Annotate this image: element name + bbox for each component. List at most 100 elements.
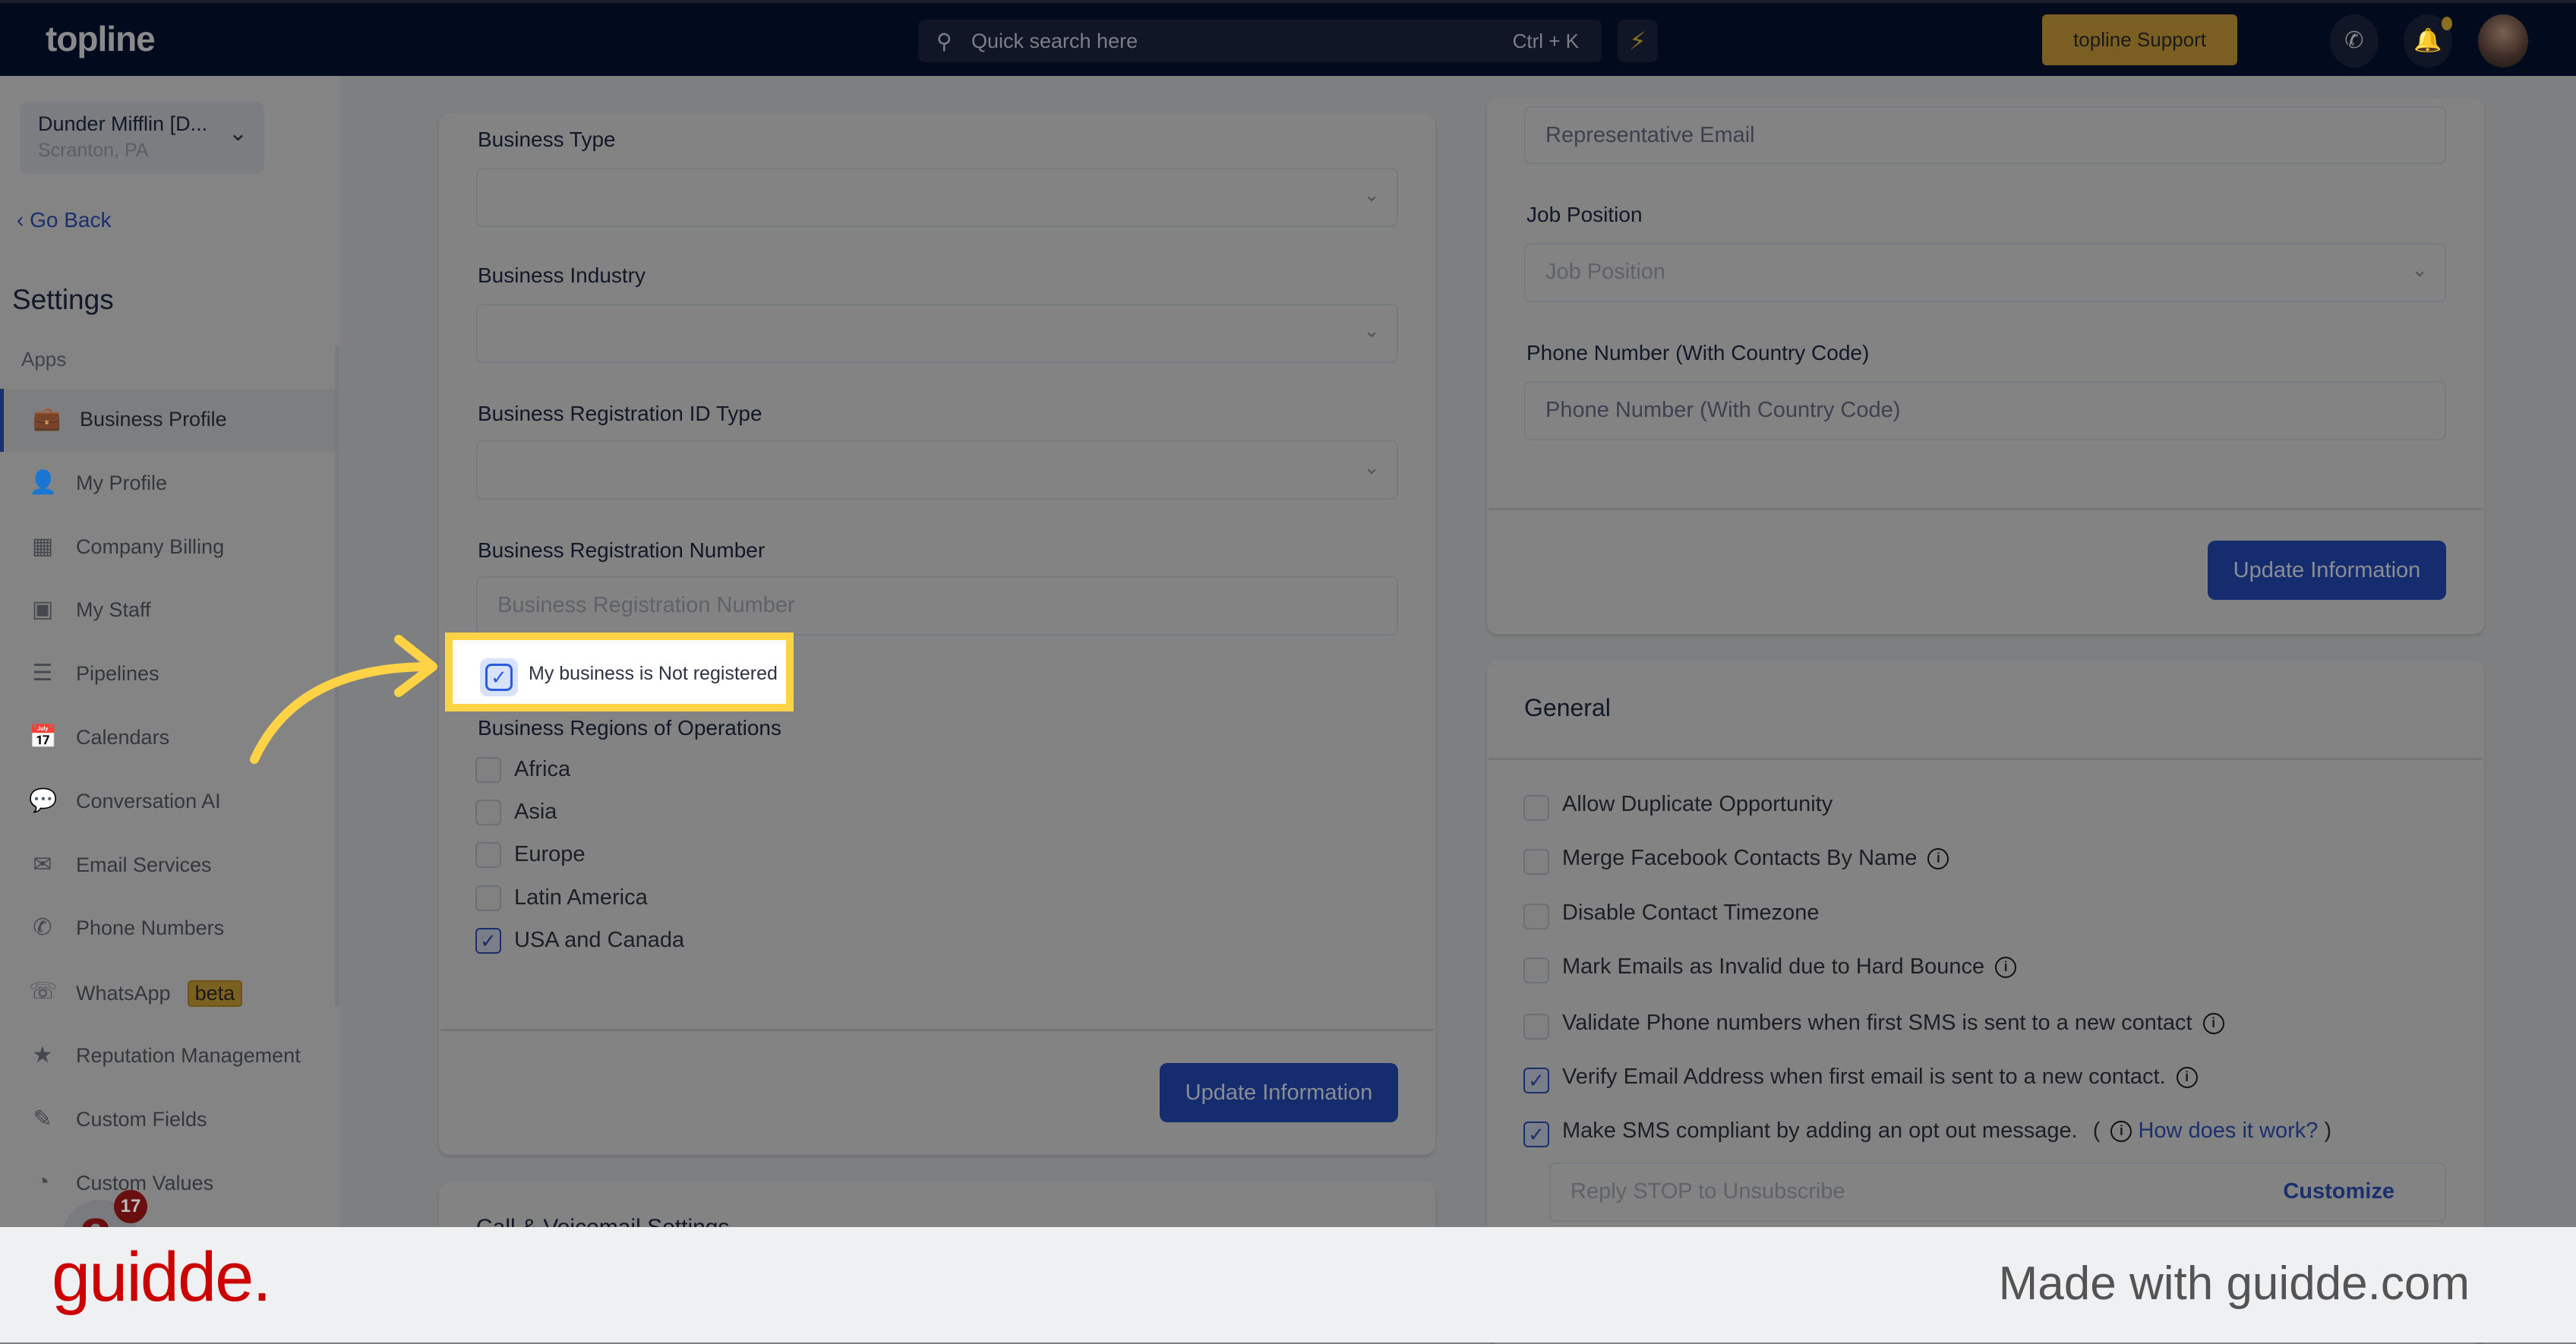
business-type-label: Business Type <box>478 128 616 151</box>
info-icon[interactable]: i <box>1995 957 2017 978</box>
account-name: Dunder Mifflin [D... <box>38 112 208 135</box>
region-checkbox[interactable]: ✓ <box>475 927 501 954</box>
staff-icon: ▣ <box>31 597 54 623</box>
general-option: Make SMS compliant by adding an opt out … <box>1562 1118 2332 1143</box>
sidebar-item-label: Calendars <box>76 726 170 749</box>
chevron-down-icon: ⌄ <box>228 121 248 146</box>
general-option-checkbox[interactable] <box>1523 795 1549 821</box>
sidebar-item-label: Custom Fields <box>76 1107 207 1131</box>
account-switcher[interactable]: Dunder Mifflin [D... Scranton, PA ⌄ <box>20 102 264 174</box>
chevron-down-icon: ⌄ <box>1363 456 1380 478</box>
general-option-label: Make SMS compliant by adding an opt out … <box>1562 1118 2078 1143</box>
not-registered-checkbox-highlight[interactable]: ✓ My business is Not registered <box>445 633 794 711</box>
general-option: Mark Emails as Invalid due to Hard Bounc… <box>1562 954 2017 980</box>
lightning-icon[interactable]: ⚡ <box>1618 20 1658 62</box>
how-does-it-work-link[interactable]: How does it work? <box>2138 1118 2318 1143</box>
region-label: Europe <box>514 842 586 867</box>
beta-badge: beta <box>187 980 243 1008</box>
not-registered-checkbox[interactable]: ✓ <box>480 658 518 696</box>
update-information-button[interactable]: Update Information <box>1160 1063 1398 1122</box>
region-checkbox[interactable] <box>475 757 501 783</box>
phone-placeholder: Phone Number (With Country Code) <box>1545 398 1901 422</box>
phone-input[interactable]: Phone Number (With Country Code) <box>1524 381 2446 440</box>
star-sparkle-icon: ★ <box>32 1043 53 1068</box>
avatar[interactable] <box>2478 14 2528 68</box>
sidebar-item[interactable]: ▦ Company Billing <box>0 516 337 579</box>
phone-icon[interactable]: ✆ <box>2330 14 2379 68</box>
sidebar-item[interactable]: ✎ Custom Fields <box>0 1089 337 1152</box>
region-checkbox[interactable] <box>475 885 501 911</box>
info-icon[interactable]: i <box>1927 848 1949 869</box>
quick-search[interactable]: ⚲ Quick search here Ctrl + K <box>918 20 1602 62</box>
sidebar-item-label: Phone Numbers <box>76 917 225 940</box>
reg-number-input[interactable]: Business Registration Number <box>476 576 1398 636</box>
region-checkbox[interactable] <box>475 800 501 826</box>
pointer-arrow-icon <box>250 635 437 764</box>
general-option-checkbox[interactable]: ✓ <box>1523 1068 1549 1093</box>
sidebar-item[interactable]: ◔ Custom Values <box>0 1153 337 1216</box>
region-label: Africa <box>514 757 571 781</box>
sidebar-item[interactable]: ☏ WhatsApp beta <box>0 961 337 1024</box>
topline-logo[interactable]: topline <box>46 18 156 59</box>
job-position-select[interactable]: Job Position ⌄ <box>1524 243 2446 302</box>
customize-link[interactable]: Customize <box>2283 1179 2394 1204</box>
search-icon: ⚲ <box>936 30 952 53</box>
reg-id-type-select[interactable]: ⌄ <box>476 440 1398 500</box>
update-information-button[interactable]: Update Information <box>2208 541 2446 600</box>
general-option-checkbox[interactable]: ✓ <box>1523 1122 1549 1147</box>
general-option-checkbox[interactable] <box>1523 849 1549 875</box>
region-checkbox[interactable] <box>475 842 501 869</box>
general-option-checkbox[interactable] <box>1523 904 1549 929</box>
region-label: USA and Canada <box>514 927 685 952</box>
divider <box>1488 758 2483 760</box>
general-title: General <box>1524 694 1611 721</box>
check-icon: ✓ <box>485 664 513 691</box>
top-header: topline ⚲ Quick search here Ctrl + K ⚡ t… <box>0 0 2576 76</box>
info-icon[interactable]: i <box>2202 1013 2224 1034</box>
support-button[interactable]: topline Support <box>2042 14 2237 65</box>
general-option-label: Allow Duplicate Opportunity <box>1562 792 1833 816</box>
general-option-label: Disable Contact Timezone <box>1562 901 1820 925</box>
regions-label: Business Regions of Operations <box>478 716 781 740</box>
sidebar-item[interactable]: ★ Reputation Management <box>0 1025 337 1088</box>
general-option-checkbox[interactable] <box>1523 958 1549 983</box>
sidebar-item-label: Email Services <box>76 853 212 876</box>
search-placeholder: Quick search here <box>971 30 1138 52</box>
phone-icon: ✆ <box>33 915 52 941</box>
business-type-select[interactable]: ⌄ <box>476 168 1398 227</box>
representative-email-input[interactable]: Representative Email <box>1524 106 2446 164</box>
phone-label: Phone Number (With Country Code) <box>1526 341 1870 364</box>
sidebar-item-label: Conversation AI <box>76 789 221 812</box>
account-location: Scranton, PA <box>38 140 149 161</box>
opt-out-message-input[interactable]: Reply STOP to Unsubscribe Customize <box>1549 1163 2446 1222</box>
sidebar-item[interactable]: ✆ Phone Numbers <box>0 898 337 961</box>
info-icon[interactable]: i <box>2176 1067 2198 1088</box>
chevron-left-icon: ‹ <box>17 208 30 232</box>
notification-dot <box>2442 17 2452 30</box>
whatsapp-icon: ☏ <box>29 979 58 1005</box>
email-placeholder: Representative Email <box>1545 123 1755 147</box>
go-back-link[interactable]: ‹ Go Back <box>17 208 112 232</box>
reg-number-label: Business Registration Number <box>478 538 766 562</box>
sidebar-item-label: Business Profile <box>80 408 227 431</box>
reg-number-placeholder: Business Registration Number <box>497 593 795 617</box>
sidebar-item[interactable]: 💼 Business Profile <box>0 389 337 452</box>
sidebar-item[interactable]: 👤 My Profile <box>0 453 337 516</box>
business-industry-label: Business Industry <box>478 263 646 287</box>
search-shortcut: Ctrl + K <box>1512 30 1579 52</box>
job-position-label: Job Position <box>1526 203 1643 226</box>
sidebar-item[interactable]: 💬 Conversation AI <box>0 771 337 834</box>
chevron-down-icon: ⌄ <box>1363 183 1380 206</box>
general-option: Validate Phone numbers when first SMS is… <box>1562 1011 2224 1036</box>
briefcase-icon: 💼 <box>33 406 62 431</box>
business-industry-select[interactable]: ⌄ <box>476 304 1398 363</box>
guidde-logo: guidde. <box>52 1238 272 1316</box>
sidebar-item[interactable]: ✉ Email Services <box>0 834 337 898</box>
info-icon[interactable]: i <box>2110 1121 2132 1142</box>
general-option-checkbox[interactable] <box>1523 1014 1549 1040</box>
opt-out-placeholder: Reply STOP to Unsubscribe <box>1571 1179 1845 1204</box>
chevron-down-icon: ⌄ <box>2411 258 2428 281</box>
general-option: Allow Duplicate Opportunity <box>1562 792 1833 817</box>
billing-grid-icon: ▦ <box>31 533 54 559</box>
sidebar-item-label: WhatsApp <box>76 982 171 1005</box>
